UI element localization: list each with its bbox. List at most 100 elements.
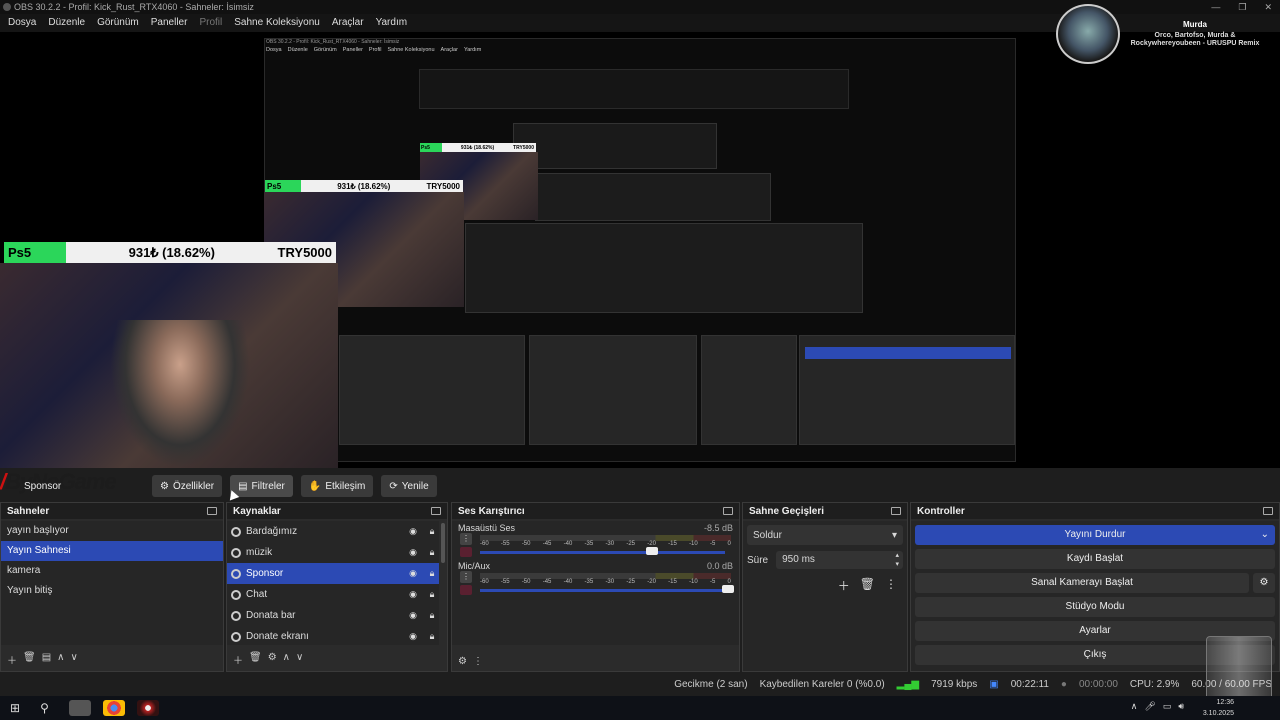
refresh-button[interactable]: ⟳ Yenile (381, 475, 437, 497)
lock-icon[interactable]: 🔒︎ (425, 526, 439, 537)
transition-select-value: Soldur (753, 529, 782, 541)
refresh-label: Yenile (401, 480, 429, 492)
menu-dots-icon[interactable]: ⋮ (885, 577, 897, 594)
close-icon[interactable]: ✕ (1264, 0, 1272, 14)
visibility-icon[interactable]: ◉ (406, 568, 420, 579)
interact-button[interactable]: ✋ Etkileşim (300, 475, 374, 497)
scene-item[interactable]: Yayın bitiş (1, 581, 223, 601)
gear-icon: ⚙ (160, 480, 169, 492)
menu-edit[interactable]: Düzenle (42, 14, 91, 32)
goal-amount: 931₺ (18.62%) (337, 181, 391, 191)
scene-item[interactable]: yayın başlıyor (1, 521, 223, 541)
chevron-up-icon[interactable]: ∧ (1131, 701, 1138, 712)
lock-icon[interactable]: 🔒︎ (425, 631, 439, 642)
visibility-icon[interactable]: ◉ (406, 526, 420, 537)
bitrate-status: 7919 kbps (931, 678, 978, 690)
chrome-icon[interactable] (102, 700, 125, 716)
menu-help[interactable]: Yardım (370, 14, 414, 32)
mute-icon[interactable] (460, 585, 472, 595)
add-source-icon[interactable]: ＋ (233, 652, 243, 667)
visibility-icon[interactable]: ◉ (406, 631, 420, 642)
source-name: Sponsor (246, 568, 284, 579)
undock-icon[interactable] (1263, 507, 1273, 515)
scrollbar[interactable] (441, 523, 445, 563)
menu-dots-icon[interactable]: ⋮ (473, 656, 483, 667)
start-virtual-camera-button[interactable]: Sanal Kamerayı Başlat (915, 573, 1249, 593)
microphone-icon[interactable]: 🎤︎ (1144, 701, 1155, 712)
source-item-selected[interactable]: Sponsor ◉ 🔒︎ (227, 563, 439, 584)
add-scene-icon[interactable]: ＋ (7, 652, 17, 667)
delay-status: Gecikme (2 san) (674, 678, 748, 690)
volume-icon[interactable]: 🔊︎ (1178, 701, 1184, 712)
move-up-icon[interactable]: ∧ (283, 652, 290, 667)
taskbar-clock[interactable]: 12:36 3.10.2025 (1203, 697, 1234, 719)
lock-icon[interactable]: 🔒︎ (425, 547, 439, 558)
visibility-icon[interactable]: ◉ (406, 547, 420, 558)
visibility-icon[interactable]: ◉ (406, 589, 420, 600)
network-icon[interactable]: ▭ (1163, 701, 1172, 712)
volume-slider[interactable] (480, 589, 725, 592)
add-transition-icon[interactable]: ＋ (838, 577, 850, 594)
volume-slider[interactable] (480, 551, 725, 554)
volume-slider-handle[interactable] (646, 547, 658, 555)
source-item[interactable]: Donata bar ◉ 🔒︎ (227, 605, 439, 626)
menu-file[interactable]: Dosya (2, 14, 42, 32)
browser-source-icon (231, 589, 241, 600)
undock-icon[interactable] (207, 507, 217, 515)
transition-select[interactable]: Soldur ▾ (747, 525, 903, 545)
properties-button[interactable]: ⚙ Özellikler (152, 475, 223, 497)
clock-date: 3.10.2025 (1202, 710, 1234, 717)
audio-settings-icon[interactable]: ⚙ (458, 656, 467, 667)
source-item[interactable]: müzik ◉ 🔒︎ (227, 542, 439, 563)
virtual-camera-settings-icon[interactable]: ⚙ (1253, 573, 1275, 593)
menu-docks[interactable]: Paneller (145, 14, 194, 32)
browser-source-icon (231, 568, 241, 579)
channel-menu-icon[interactable]: ⋮ (460, 571, 472, 583)
volume-slider-handle[interactable] (722, 585, 734, 593)
scene-filters-icon[interactable]: ▤ (42, 652, 51, 667)
mute-icon[interactable] (460, 547, 472, 557)
scene-item[interactable]: kamera (1, 561, 223, 581)
lock-icon[interactable]: 🔒︎ (425, 568, 439, 579)
minimize-icon[interactable]: — (1211, 0, 1220, 14)
channel-menu-icon[interactable]: ⋮ (460, 533, 472, 545)
menu-view[interactable]: Görünüm (91, 14, 145, 32)
app-taskbar-icon[interactable] (68, 700, 91, 716)
filters-button[interactable]: ▤ Filtreler (230, 475, 293, 497)
clock-time: 12:36 (1216, 699, 1234, 706)
menu-profile[interactable]: Profil (193, 14, 228, 32)
remove-source-icon[interactable]: 🗑 (249, 652, 262, 667)
undock-icon[interactable] (431, 507, 441, 515)
start-recording-button[interactable]: Kaydı Başlat (915, 549, 1275, 569)
source-properties-icon[interactable]: ⚙ (268, 652, 277, 667)
search-icon[interactable]: ⚲ (40, 701, 49, 715)
maximize-icon[interactable]: ❐ (1238, 0, 1246, 14)
remove-transition-icon[interactable]: 🗑 (860, 577, 875, 594)
spin-arrows-icon[interactable]: ▴ ▾ (895, 551, 899, 569)
duration-spinbox[interactable]: 950 ms ▴ ▾ (776, 551, 903, 569)
visibility-icon[interactable]: ◉ (406, 610, 420, 621)
menu-tools[interactable]: Araçlar (326, 14, 370, 32)
undock-icon[interactable] (891, 507, 901, 515)
menu-scene-collection[interactable]: Sahne Koleksiyonu (228, 14, 326, 32)
remove-scene-icon[interactable]: 🗑 (23, 652, 36, 667)
status-bar: Gecikme (2 san) Kaybedilen Kareler 0 (%0… (0, 672, 1280, 696)
stop-streaming-button[interactable]: Yayını Durdur ⌄ (915, 525, 1275, 545)
source-item[interactable]: Bardağımız ◉ 🔒︎ (227, 521, 439, 542)
source-item[interactable]: Donate ekranı ◉ 🔒︎ (227, 626, 439, 647)
source-item[interactable]: Chat ◉ 🔒︎ (227, 584, 439, 605)
undock-icon[interactable] (723, 507, 733, 515)
move-down-icon[interactable]: ∨ (296, 652, 303, 667)
move-up-icon[interactable]: ∧ (57, 652, 64, 667)
windows-start-icon[interactable]: ⊞ (10, 701, 20, 715)
obs-taskbar-icon[interactable] (136, 700, 159, 716)
signal-bars-icon: ▂▄▆ (896, 678, 920, 690)
studio-mode-button[interactable]: Stüdyo Modu (915, 597, 1275, 617)
lock-icon[interactable]: 🔒︎ (425, 610, 439, 621)
move-down-icon[interactable]: ∨ (70, 652, 77, 667)
scene-item-selected[interactable]: Yayın Sahnesi (1, 541, 223, 561)
source-name: Donata bar (246, 610, 296, 621)
chevron-down-icon[interactable]: ⌄ (1261, 525, 1269, 545)
start-recording-label: Kaydı Başlat (1066, 553, 1124, 564)
lock-icon[interactable]: 🔒︎ (425, 589, 439, 600)
